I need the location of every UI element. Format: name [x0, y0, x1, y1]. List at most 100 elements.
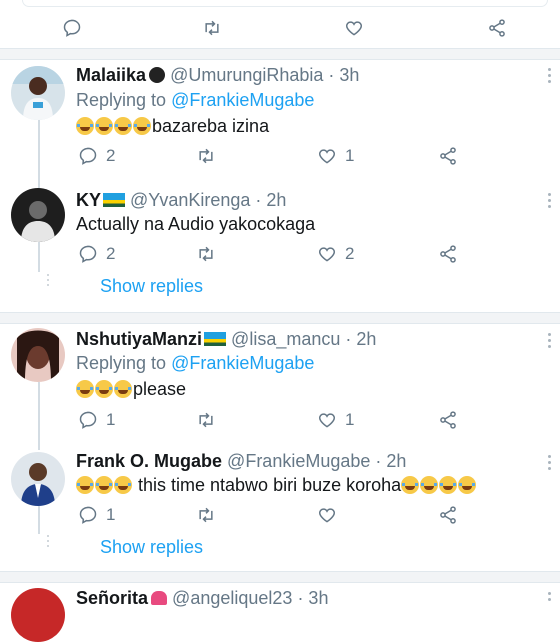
reply-icon — [63, 19, 81, 37]
laughing-emoji — [76, 476, 94, 494]
avatar[interactable] — [11, 588, 65, 642]
like-button[interactable]: 1 — [317, 410, 354, 430]
laughing-emoji — [114, 380, 132, 398]
like-count: 1 — [345, 410, 355, 429]
section-divider — [0, 571, 560, 583]
mention-link[interactable]: @FrankieMugabe — [171, 90, 314, 110]
reply-icon — [79, 411, 97, 429]
share-icon — [440, 506, 456, 524]
reply-button[interactable]: 2 — [78, 146, 115, 166]
avatar[interactable] — [11, 452, 65, 506]
retweet-button[interactable] — [196, 244, 216, 264]
display-name[interactable]: Frank O. Mugabe — [76, 451, 222, 471]
avatar[interactable] — [11, 66, 65, 120]
tweet-text: bazareba izina — [76, 116, 269, 137]
thread-line — [38, 506, 40, 534]
show-replies-link[interactable]: Show replies — [100, 537, 203, 558]
laughing-emoji — [458, 476, 477, 494]
more-options-icon[interactable] — [548, 68, 552, 86]
section-divider — [0, 312, 560, 324]
timestamp: · 2h — [255, 190, 287, 210]
reply-button[interactable] — [62, 18, 82, 38]
heart-icon — [318, 508, 336, 523]
mention-link[interactable]: @FrankieMugabe — [171, 353, 314, 373]
timestamp: · 2h — [345, 329, 377, 349]
username[interactable]: @FrankieMugabe — [227, 451, 370, 471]
display-name[interactable]: Señorita — [76, 588, 148, 608]
laughing-emoji — [76, 117, 94, 135]
laughing-emoji — [76, 380, 94, 398]
laughing-emoji — [95, 380, 113, 398]
username[interactable]: @lisa_mancu — [231, 329, 340, 349]
display-name[interactable]: KY — [76, 190, 101, 210]
username[interactable]: @angeliquel23 — [172, 588, 292, 608]
laughing-emoji — [420, 476, 439, 494]
rwanda-flag-emoji — [103, 193, 126, 207]
share-button[interactable] — [487, 18, 507, 38]
reply-icon — [79, 245, 97, 263]
timestamp: · 3h — [328, 65, 360, 85]
laughing-emoji — [95, 476, 113, 494]
like-button[interactable]: 2 — [317, 244, 354, 264]
more-options-icon[interactable] — [548, 193, 552, 211]
replying-to-prefix: Replying to — [76, 90, 172, 110]
like-button[interactable] — [344, 18, 364, 38]
reply-button[interactable]: 1 — [78, 505, 115, 525]
retweet-button[interactable] — [202, 18, 222, 38]
timestamp: · 3h — [297, 588, 329, 608]
heart-icon — [318, 247, 336, 262]
retweet-button[interactable] — [196, 146, 216, 166]
section-divider — [0, 48, 560, 60]
previous-tweet-card — [22, 0, 548, 7]
thread-line — [38, 382, 40, 450]
avatar[interactable] — [11, 188, 65, 242]
more-options-icon[interactable] — [548, 592, 552, 604]
reply-count: 2 — [106, 146, 116, 165]
replying-to-prefix: Replying to — [76, 353, 172, 373]
laughing-emoji — [114, 476, 132, 494]
heart-emoji — [151, 591, 168, 605]
tweet-header: KY @YvanKirenga · 2h — [76, 190, 286, 211]
share-button[interactable] — [438, 146, 458, 166]
share-button[interactable] — [438, 410, 458, 430]
reply-button[interactable]: 1 — [78, 410, 115, 430]
like-button[interactable] — [317, 505, 345, 525]
retweet-icon — [205, 20, 219, 36]
more-options-icon[interactable] — [548, 455, 552, 473]
laughing-emoji — [95, 117, 113, 135]
share-button[interactable] — [438, 244, 458, 264]
rwanda-flag-emoji — [204, 332, 227, 346]
retweet-button[interactable] — [196, 505, 216, 525]
tweet-text: Actually na Audio yakocokaga — [76, 214, 316, 234]
share-button[interactable] — [438, 505, 458, 525]
thread-continuation-dots — [47, 274, 49, 289]
timestamp: · 2h — [375, 451, 407, 471]
reply-count: 1 — [106, 410, 116, 429]
tweet-header: Malaiika @UmurungiRhabia · 3h — [76, 65, 359, 86]
reply-button[interactable]: 2 — [78, 244, 115, 264]
avatar[interactable] — [11, 328, 65, 382]
tweet-text-content: bazareba izina — [152, 116, 270, 136]
like-count: 1 — [345, 146, 355, 165]
retweet-button[interactable] — [196, 410, 216, 430]
laughing-emoji — [114, 117, 132, 135]
thread-continuation-dots — [47, 535, 49, 550]
retweet-icon — [199, 412, 213, 428]
username[interactable]: @UmurungiRhabia — [170, 65, 323, 85]
display-name[interactable]: Malaiika — [76, 65, 146, 85]
share-icon — [440, 411, 456, 429]
tweet-text-content: please — [133, 379, 187, 399]
more-options-icon[interactable] — [548, 333, 552, 351]
reply-count: 2 — [106, 244, 116, 263]
reply-icon — [79, 506, 97, 524]
tweet-text: please — [76, 379, 186, 400]
tweet-header: Señorita @angeliquel23 · 3h — [76, 588, 328, 609]
retweet-icon — [199, 246, 213, 262]
tweet-header: NshutiyaManzi @lisa_mancu · 2h — [76, 329, 376, 350]
like-button[interactable]: 1 — [317, 146, 354, 166]
show-replies-link[interactable]: Show replies — [100, 276, 203, 297]
reply-count: 1 — [106, 505, 116, 524]
username[interactable]: @YvanKirenga — [130, 190, 250, 210]
tweet-text-content: this time ntabwo biri buze koroha — [133, 475, 402, 495]
display-name[interactable]: NshutiyaManzi — [76, 329, 202, 349]
